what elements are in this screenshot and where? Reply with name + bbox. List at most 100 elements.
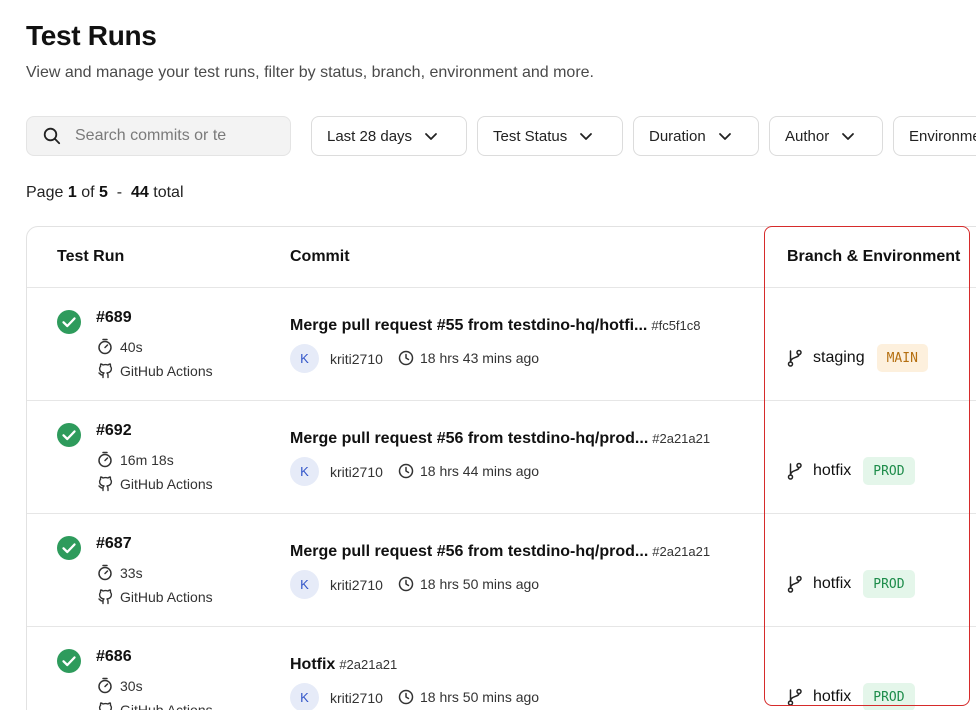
commit-hash[interactable]: #2a21a21 <box>339 657 397 672</box>
filter-author[interactable]: Author <box>769 116 883 156</box>
pagination-total-count: 44 <box>131 184 149 201</box>
git-branch-icon <box>787 462 802 480</box>
github-icon <box>98 476 113 492</box>
author-name: kriti2710 <box>330 351 383 367</box>
filter-test-status[interactable]: Test Status <box>477 116 623 156</box>
passed-check-icon <box>57 310 81 334</box>
filter-date-range[interactable]: Last 28 days <box>311 116 467 156</box>
clock-icon <box>398 350 414 366</box>
pagination-current-page: 1 <box>67 184 77 201</box>
environment-badge: MAIN <box>876 344 928 372</box>
commit-message[interactable]: Merge pull request #56 from testdino-hq/… <box>290 543 710 561</box>
run-duration: 30s <box>97 677 143 694</box>
duration-text: 40s <box>120 338 143 355</box>
pagination-of: of <box>81 184 95 201</box>
avatar: K <box>290 683 319 710</box>
run-id[interactable]: #692 <box>96 422 132 440</box>
commit-message-text: Merge pull request #56 from testdino-hq/… <box>290 430 649 447</box>
time-ago-text: 18 hrs 44 mins ago <box>420 463 540 479</box>
timer-icon <box>98 338 112 355</box>
branch-environment: staging MAIN <box>787 344 928 372</box>
avatar: K <box>290 344 319 373</box>
column-header-test-run[interactable]: Test Run <box>57 227 124 287</box>
environment-badge: PROD <box>863 457 915 485</box>
branch-environment: hotfix PROD <box>787 570 915 598</box>
filter-duration[interactable]: Duration <box>633 116 759 156</box>
author-name: kriti2710 <box>330 577 383 593</box>
run-id[interactable]: #687 <box>96 535 132 553</box>
branch-name[interactable]: hotfix <box>813 462 851 480</box>
git-branch-icon <box>787 349 802 367</box>
ci-provider: GitHub Actions <box>97 362 213 379</box>
run-id[interactable]: #686 <box>96 648 132 666</box>
duration-text: 33s <box>120 564 143 581</box>
author-name: kriti2710 <box>330 464 383 480</box>
environment-badge: PROD <box>863 683 915 710</box>
timer-icon <box>98 677 112 694</box>
commit-time: 18 hrs 50 mins ago <box>398 689 539 705</box>
clock-icon <box>398 576 414 592</box>
filter-label: Environme <box>909 127 976 145</box>
ci-provider: GitHub Actions <box>97 701 213 710</box>
commit-time: 18 hrs 50 mins ago <box>398 576 539 592</box>
time-ago-text: 18 hrs 50 mins ago <box>420 689 540 705</box>
commit-message[interactable]: Hotfix #2a21a21 <box>290 656 397 674</box>
commit-message-text: Merge pull request #55 from testdino-hq/… <box>290 317 648 334</box>
run-duration: 40s <box>97 338 143 355</box>
github-icon <box>98 702 113 710</box>
github-icon <box>98 363 113 379</box>
commit-message[interactable]: Merge pull request #56 from testdino-hq/… <box>290 430 710 448</box>
branch-name[interactable]: hotfix <box>813 688 851 706</box>
passed-check-icon <box>57 649 81 673</box>
page-subtitle: View and manage your test runs, filter b… <box>26 64 594 81</box>
commit-hash[interactable]: #fc5f1c8 <box>651 318 700 333</box>
chevron-down-icon <box>842 132 855 140</box>
chevron-down-icon <box>580 132 593 140</box>
ci-text: GitHub Actions <box>120 701 213 710</box>
page-title: Test Runs <box>26 20 157 51</box>
avatar: K <box>290 570 319 599</box>
commit-hash[interactable]: #2a21a21 <box>652 431 710 446</box>
duration-text: 16m 18s <box>120 451 174 468</box>
chevron-down-icon <box>425 132 437 140</box>
filter-environment[interactable]: Environme <box>893 116 976 156</box>
clock-icon <box>398 689 414 705</box>
filter-label: Duration <box>649 127 706 145</box>
table-row[interactable]: #686 30s GitHub Actions Hotfix #2a21a21 K… <box>27 626 976 710</box>
branch-name[interactable]: staging <box>813 349 865 367</box>
time-ago-text: 18 hrs 50 mins ago <box>420 576 540 592</box>
table-row[interactable]: #689 40s GitHub Actions Merge pull reque… <box>27 287 976 400</box>
commit-message[interactable]: Merge pull request #55 from testdino-hq/… <box>290 317 701 335</box>
pagination-separator: - <box>116 184 123 201</box>
table-row[interactable]: #692 16m 18s GitHub Actions Merge pull r… <box>27 400 976 513</box>
branch-name[interactable]: hotfix <box>813 575 851 593</box>
branch-environment: hotfix PROD <box>787 683 915 710</box>
ci-provider: GitHub Actions <box>97 475 213 492</box>
column-header-commit[interactable]: Commit <box>290 227 350 287</box>
timer-icon <box>98 451 112 468</box>
table-row[interactable]: #687 33s GitHub Actions Merge pull reque… <box>27 513 976 626</box>
commit-time: 18 hrs 43 mins ago <box>398 350 539 366</box>
search-icon <box>43 127 61 145</box>
pagination-prefix: Page <box>26 184 64 201</box>
commit-message-text: Hotfix <box>290 656 336 673</box>
clock-icon <box>398 463 414 479</box>
pagination-total-pages: 5 <box>98 184 108 201</box>
search-box[interactable] <box>26 116 291 156</box>
environment-badge: PROD <box>863 570 915 598</box>
run-duration: 16m 18s <box>97 451 174 468</box>
test-runs-table: Test Run Commit Branch & Environment #68… <box>26 226 976 710</box>
search-input[interactable] <box>75 127 245 145</box>
ci-text: GitHub Actions <box>120 362 213 379</box>
commit-hash[interactable]: #2a21a21 <box>652 544 710 559</box>
run-id[interactable]: #689 <box>96 309 132 327</box>
passed-check-icon <box>57 423 81 447</box>
ci-text: GitHub Actions <box>120 475 213 492</box>
pagination-summary: Page 1 of 5 - 44 total <box>26 184 184 202</box>
filter-label: Author <box>785 127 830 145</box>
column-header-branch-environment[interactable]: Branch & Environment <box>787 227 960 287</box>
pagination-total-label: total <box>153 184 184 201</box>
filter-label: Test Status <box>493 127 568 145</box>
commit-message-text: Merge pull request #56 from testdino-hq/… <box>290 543 649 560</box>
filter-label: Last 28 days <box>327 127 413 145</box>
